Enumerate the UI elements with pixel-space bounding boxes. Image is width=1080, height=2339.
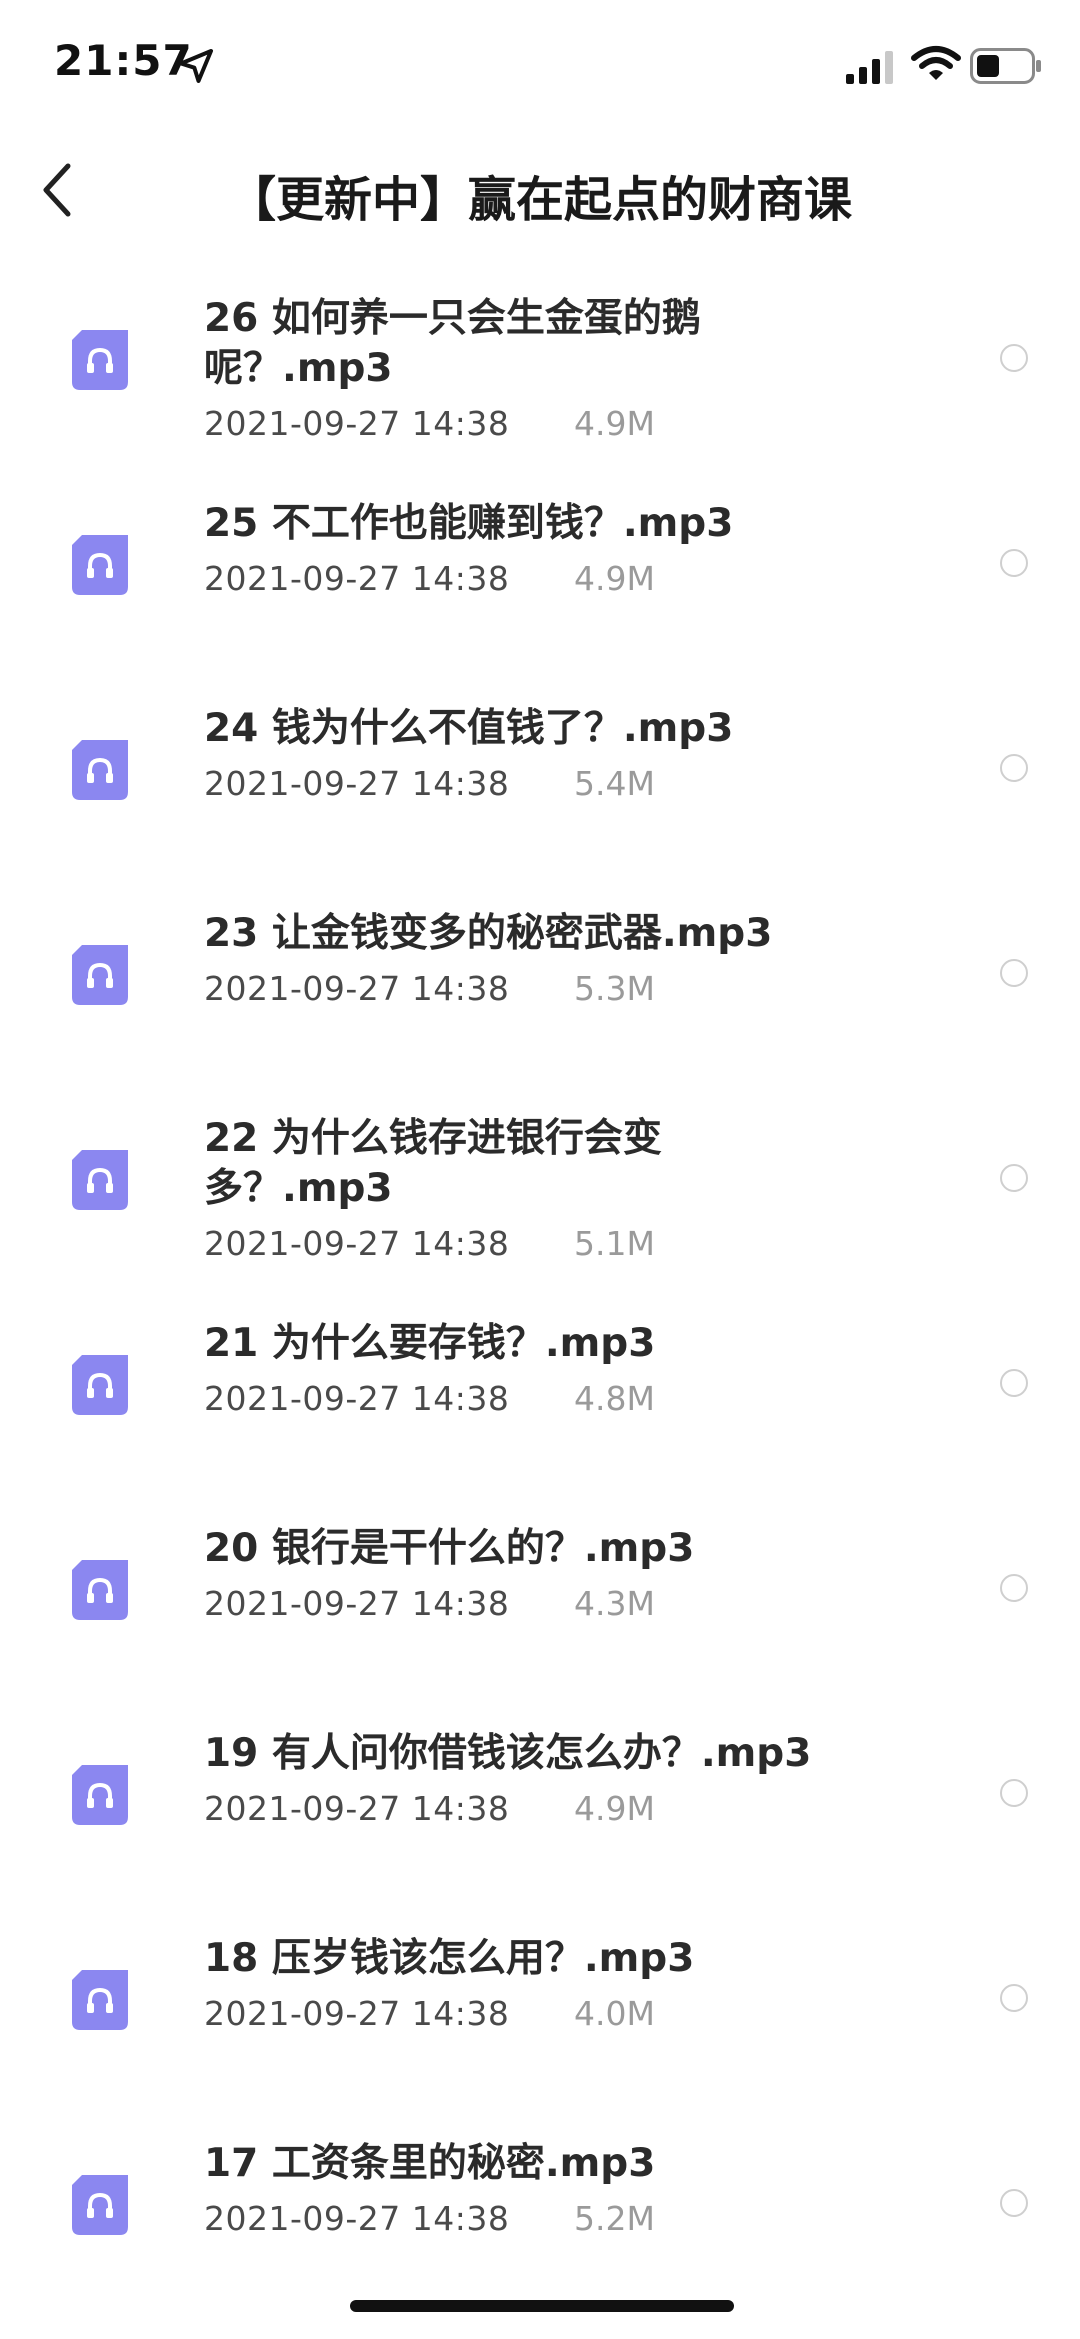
cellular-signal-icon <box>846 51 893 84</box>
select-radio[interactable] <box>1000 1779 1028 1807</box>
file-date: 2021-09-27 14:38 <box>204 1789 510 1828</box>
file-size: 5.2M <box>574 2199 655 2238</box>
file-name: 25 不工作也能赚到钱？.mp3 <box>204 501 734 546</box>
audio-file-icon <box>72 2175 128 2235</box>
file-list-item[interactable]: 18 压岁钱该怎么用？.mp3 2021-09-27 14:38 4.0M <box>0 1920 1080 2120</box>
file-size: 5.1M <box>574 1224 655 1263</box>
audio-file-icon <box>72 1150 128 1210</box>
status-time: 21:57 <box>54 36 193 85</box>
nav-bar: 【更新中】赢在起点的财商课 <box>0 130 1080 260</box>
select-radio[interactable] <box>1000 344 1028 372</box>
file-name: 17 工资条里的秘密.mp3 <box>204 2141 656 2186</box>
file-list-item[interactable]: 23 让金钱变多的秘密武器.mp3 2021-09-27 14:38 5.3M <box>0 895 1080 1095</box>
file-size: 4.0M <box>574 1994 655 2033</box>
select-radio[interactable] <box>1000 549 1028 577</box>
file-date: 2021-09-27 14:38 <box>204 404 510 443</box>
file-list-item[interactable]: 25 不工作也能赚到钱？.mp3 2021-09-27 14:38 4.9M <box>0 485 1080 685</box>
chevron-left-icon <box>43 163 71 217</box>
file-name: 22 为什么钱存进银行会变多？.mp3 <box>204 1116 662 1211</box>
audio-file-icon <box>72 1970 128 2030</box>
file-list-item[interactable]: 19 有人问你借钱该怎么办？.mp3 2021-09-27 14:38 4.9M <box>0 1715 1080 1915</box>
file-name: 24 钱为什么不值钱了？.mp3 <box>204 706 734 751</box>
file-size: 4.8M <box>574 1379 655 1418</box>
file-name: 26 如何养一只会生金蛋的鹅呢？.mp3 <box>204 296 701 391</box>
file-date: 2021-09-27 14:38 <box>204 559 510 598</box>
file-list-item[interactable]: 17 工资条里的秘密.mp3 2021-09-27 14:38 5.2M <box>0 2125 1080 2325</box>
location-arrow-icon <box>179 49 213 83</box>
file-date: 2021-09-27 14:38 <box>204 1379 510 1418</box>
file-list-item[interactable]: 20 银行是干什么的？.mp3 2021-09-27 14:38 4.3M <box>0 1510 1080 1710</box>
audio-file-icon <box>72 330 128 390</box>
file-date: 2021-09-27 14:38 <box>204 1994 510 2033</box>
audio-file-icon <box>72 1355 128 1415</box>
file-name: 19 有人问你借钱该怎么办？.mp3 <box>204 1731 812 1776</box>
status-bar: 21:57 <box>0 0 1080 130</box>
file-name: 20 银行是干什么的？.mp3 <box>204 1526 695 1571</box>
select-radio[interactable] <box>1000 1369 1028 1397</box>
audio-file-icon <box>72 945 128 1005</box>
file-size: 5.3M <box>574 969 655 1008</box>
file-date: 2021-09-27 14:38 <box>204 1584 510 1623</box>
select-radio[interactable] <box>1000 2189 1028 2217</box>
file-name: 21 为什么要存钱？.mp3 <box>204 1321 656 1366</box>
file-size: 5.4M <box>574 764 655 803</box>
file-date: 2021-09-27 14:38 <box>204 764 510 803</box>
screen: 21:57 【更新中】赢在起点的财商课 26 如何养一只会生金蛋的鹅呢？.mp3… <box>0 0 1080 2339</box>
file-list-item[interactable]: 21 为什么要存钱？.mp3 2021-09-27 14:38 4.8M <box>0 1305 1080 1505</box>
select-radio[interactable] <box>1000 1984 1028 2012</box>
select-radio[interactable] <box>1000 754 1028 782</box>
file-date: 2021-09-27 14:38 <box>204 1224 510 1263</box>
audio-file-icon <box>72 1560 128 1620</box>
file-name: 18 压岁钱该怎么用？.mp3 <box>204 1936 695 1981</box>
audio-file-icon <box>72 740 128 800</box>
back-button[interactable] <box>18 150 98 230</box>
home-indicator <box>350 2300 734 2312</box>
page-title: 【更新中】赢在起点的财商课 <box>227 172 852 228</box>
battery-icon <box>970 48 1041 84</box>
select-radio[interactable] <box>1000 1574 1028 1602</box>
file-date: 2021-09-27 14:38 <box>204 969 510 1008</box>
file-date: 2021-09-27 14:38 <box>204 2199 510 2238</box>
file-size: 4.9M <box>574 559 655 598</box>
file-size: 4.9M <box>574 1789 655 1828</box>
select-radio[interactable] <box>1000 1164 1028 1192</box>
file-name: 23 让金钱变多的秘密武器.mp3 <box>204 911 773 956</box>
audio-file-icon <box>72 1765 128 1825</box>
file-list-item[interactable]: 26 如何养一只会生金蛋的鹅呢？.mp3 2021-09-27 14:38 4.… <box>0 280 1080 480</box>
wifi-icon <box>911 46 961 80</box>
file-list-item[interactable]: 22 为什么钱存进银行会变多？.mp3 2021-09-27 14:38 5.1… <box>0 1100 1080 1300</box>
select-radio[interactable] <box>1000 959 1028 987</box>
file-size: 4.9M <box>574 404 655 443</box>
file-size: 4.3M <box>574 1584 655 1623</box>
audio-file-icon <box>72 535 128 595</box>
file-list-item[interactable]: 24 钱为什么不值钱了？.mp3 2021-09-27 14:38 5.4M <box>0 690 1080 890</box>
